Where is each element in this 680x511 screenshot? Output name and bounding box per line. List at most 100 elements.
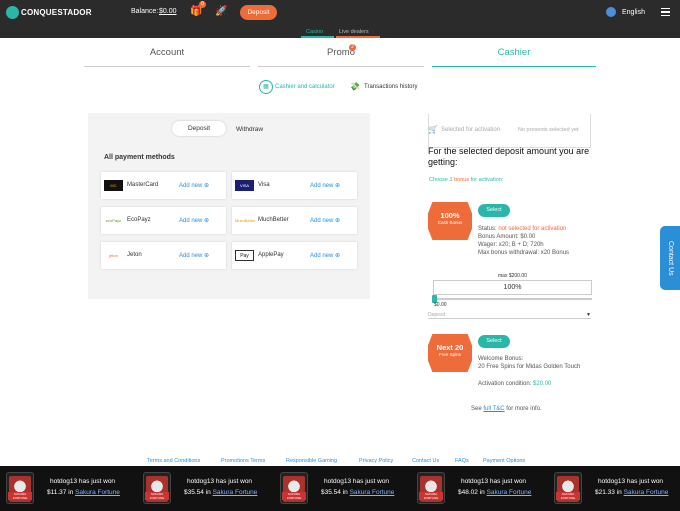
footer-link-contact[interactable]: Contact Us [412,458,439,464]
contact-us-tab[interactable]: Contact Us [660,226,680,290]
logo-icon [6,6,19,19]
calculator-icon[interactable]: ▦ [259,80,273,94]
winner-item[interactable]: SAKURA FORTUNE hotdog13 has just won $21… [548,471,680,505]
activation-heading: For the selected deposit amount you are … [428,146,590,167]
game-thumbnail[interactable]: SAKURA FORTUNE [417,472,445,504]
balance-value[interactable]: $0.00 [159,8,177,15]
money-icon: 💸 [350,82,360,91]
jeton-logo: jeton [109,253,118,258]
slider-min-label: $0.00 [434,302,447,308]
game-thumbnail[interactable]: SAKURA FORTUNE [280,472,308,504]
terms-note: See full T&C for more info. [471,406,542,412]
payment-method-name: Jeton [127,252,142,258]
gift-icon[interactable]: 🎁 [190,6,202,18]
add-new-button[interactable]: Add new ⊕ [310,182,340,189]
game-thumbnail[interactable]: SAKURA FORTUNE [6,472,34,504]
top-bar: CONQUESTADOR Balance: $0.00 🎁 0 🚀 Deposi… [0,0,680,25]
tab-promo[interactable]: Promo [258,47,424,58]
winner-item[interactable]: SAKURA FORTUNE hotdog13 has just won $48… [411,471,544,505]
free-spins-info: Welcome Bonus: 20 Free Spins for Midas G… [478,356,581,387]
subnav-tab-live-dealers[interactable]: Live dealers [339,29,369,35]
winner-item[interactable]: SAKURA FORTUNE hotdog13 has just won $11… [0,471,133,505]
winner-item[interactable]: SAKURA FORTUNE hotdog13 has just won $35… [274,471,407,505]
winner-item[interactable]: SAKURA FORTUNE hotdog13 has just won $35… [137,471,270,505]
footer-link-responsible-gaming[interactable]: Responsible Gaming [286,458,337,464]
footer-link-payment-options[interactable]: Payment Options [483,458,525,464]
game-link[interactable]: Sakura Fortune [75,489,120,496]
subnav-active-indicator [301,36,334,38]
game-link[interactable]: Sakura Fortune [487,489,532,496]
payment-method-card[interactable]: Pay ApplePay Add new ⊕ [232,242,357,269]
game-thumbnail[interactable]: SAKURA FORTUNE [554,472,582,504]
add-new-button[interactable]: Add new ⊕ [310,217,340,224]
logo[interactable]: CONQUESTADOR [6,6,92,19]
payment-method-card[interactable]: jeton Jeton Add new ⊕ [101,242,226,269]
transactions-history-link[interactable]: Transactions history [364,84,417,90]
caret-down-icon: ▼ [586,312,591,318]
game-thumbnail[interactable]: SAKURA FORTUNE [143,472,171,504]
add-new-button[interactable]: Add new ⊕ [179,182,209,189]
payment-method-name: EcoPayz [127,217,151,223]
cash-bonus-info: Status: not selected for activation Bonu… [478,226,570,256]
add-new-button[interactable]: Add new ⊕ [310,252,340,259]
all-payment-methods-heading: All payment methods [104,154,175,161]
deposit-amount-select[interactable]: Deposit ▼ [428,312,591,319]
promo-badge: 2 [349,44,356,51]
free-spins-badge: Next 20 Free Spins [428,334,472,372]
plus-circle-icon: ⊕ [204,218,210,224]
deposit-slider-track[interactable] [433,298,592,300]
cart-icon: 🛒 [428,125,438,134]
tab-promo-underline [258,66,424,67]
tab-account[interactable]: Account [84,47,250,58]
add-new-button[interactable]: Add new ⊕ [179,252,209,259]
sub-nav: Casino Live dealers [0,25,680,38]
language-selector[interactable]: English [622,9,645,16]
globe-icon[interactable] [606,7,616,17]
select-cash-bonus-button[interactable]: Select [478,204,510,217]
bonus-percent-field[interactable]: 100% [433,280,592,295]
tab-cashier[interactable]: Cashier [432,47,596,58]
payment-method-card[interactable]: MuchBetter MuchBetter Add new ⊕ [232,207,357,234]
payment-method-name: MuchBetter [258,217,289,223]
choose-bonus-text: Choose 1 bonus for activation: [429,177,504,183]
tab-account-underline [84,66,250,67]
payment-methods-panel: Deposit Withdraw All payment methods MC … [88,113,370,299]
footer-link-faqs[interactable]: FAQs [455,458,469,464]
payment-method-name: MasterCard [127,182,159,188]
cashier-calculator-link[interactable]: Cashier and calculator [275,84,335,90]
add-new-button[interactable]: Add new ⊕ [179,217,209,224]
deposit-button[interactable]: Deposit [240,5,277,20]
payment-method-name: ApplePay [258,252,284,258]
menu-icon[interactable] [661,8,670,18]
game-link[interactable]: Sakura Fortune [350,489,395,496]
payment-method-card[interactable]: ecoPayz EcoPayz Add new ⊕ [101,207,226,234]
plus-circle-icon: ⊕ [335,183,341,189]
tab-cashier-underline [432,66,596,67]
payment-method-card[interactable]: MC MasterCard Add new ⊕ [101,172,226,199]
payment-method-card[interactable]: VISA Visa Add new ⊕ [232,172,357,199]
select-free-spins-button[interactable]: Select [478,335,510,348]
footer-link-privacy[interactable]: Privacy Policy [359,458,393,464]
game-link[interactable]: Sakura Fortune [213,489,258,496]
game-link[interactable]: Sakura Fortune [624,489,669,496]
footer-links: Terms and Conditions Promotions Terms Re… [0,458,680,466]
mastercard-logo: MC [104,180,123,191]
no-presents-label: No presents selected yet [518,127,579,133]
brand-name: CONQUESTADOR [21,8,92,17]
winners-ticker: SAKURA FORTUNE hotdog13 has just won $11… [0,466,680,511]
withdraw-toggle[interactable]: Withdraw [236,126,263,133]
slider-max-label: max $200.00 [498,273,527,279]
subnav-tab-casino[interactable]: Casino [306,29,323,35]
gift-count-badge: 0 [199,1,206,8]
full-tc-link[interactable]: full T&C [483,406,504,412]
ecopayz-logo: ecoPayz [105,218,122,223]
footer-link-promotions-terms[interactable]: Promotions Terms [221,458,265,464]
footer-link-terms[interactable]: Terms and Conditions [147,458,200,464]
cash-bonus-badge: 100% Cash Bonus [428,202,472,240]
plus-circle-icon: ⊕ [335,218,341,224]
balance-label: Balance: [131,8,159,15]
rocket-icon[interactable]: 🚀 [215,6,227,18]
deposit-toggle[interactable]: Deposit [172,121,226,136]
selected-for-activation-label: Selected for activation [441,127,501,133]
plus-circle-icon: ⊕ [204,253,210,259]
